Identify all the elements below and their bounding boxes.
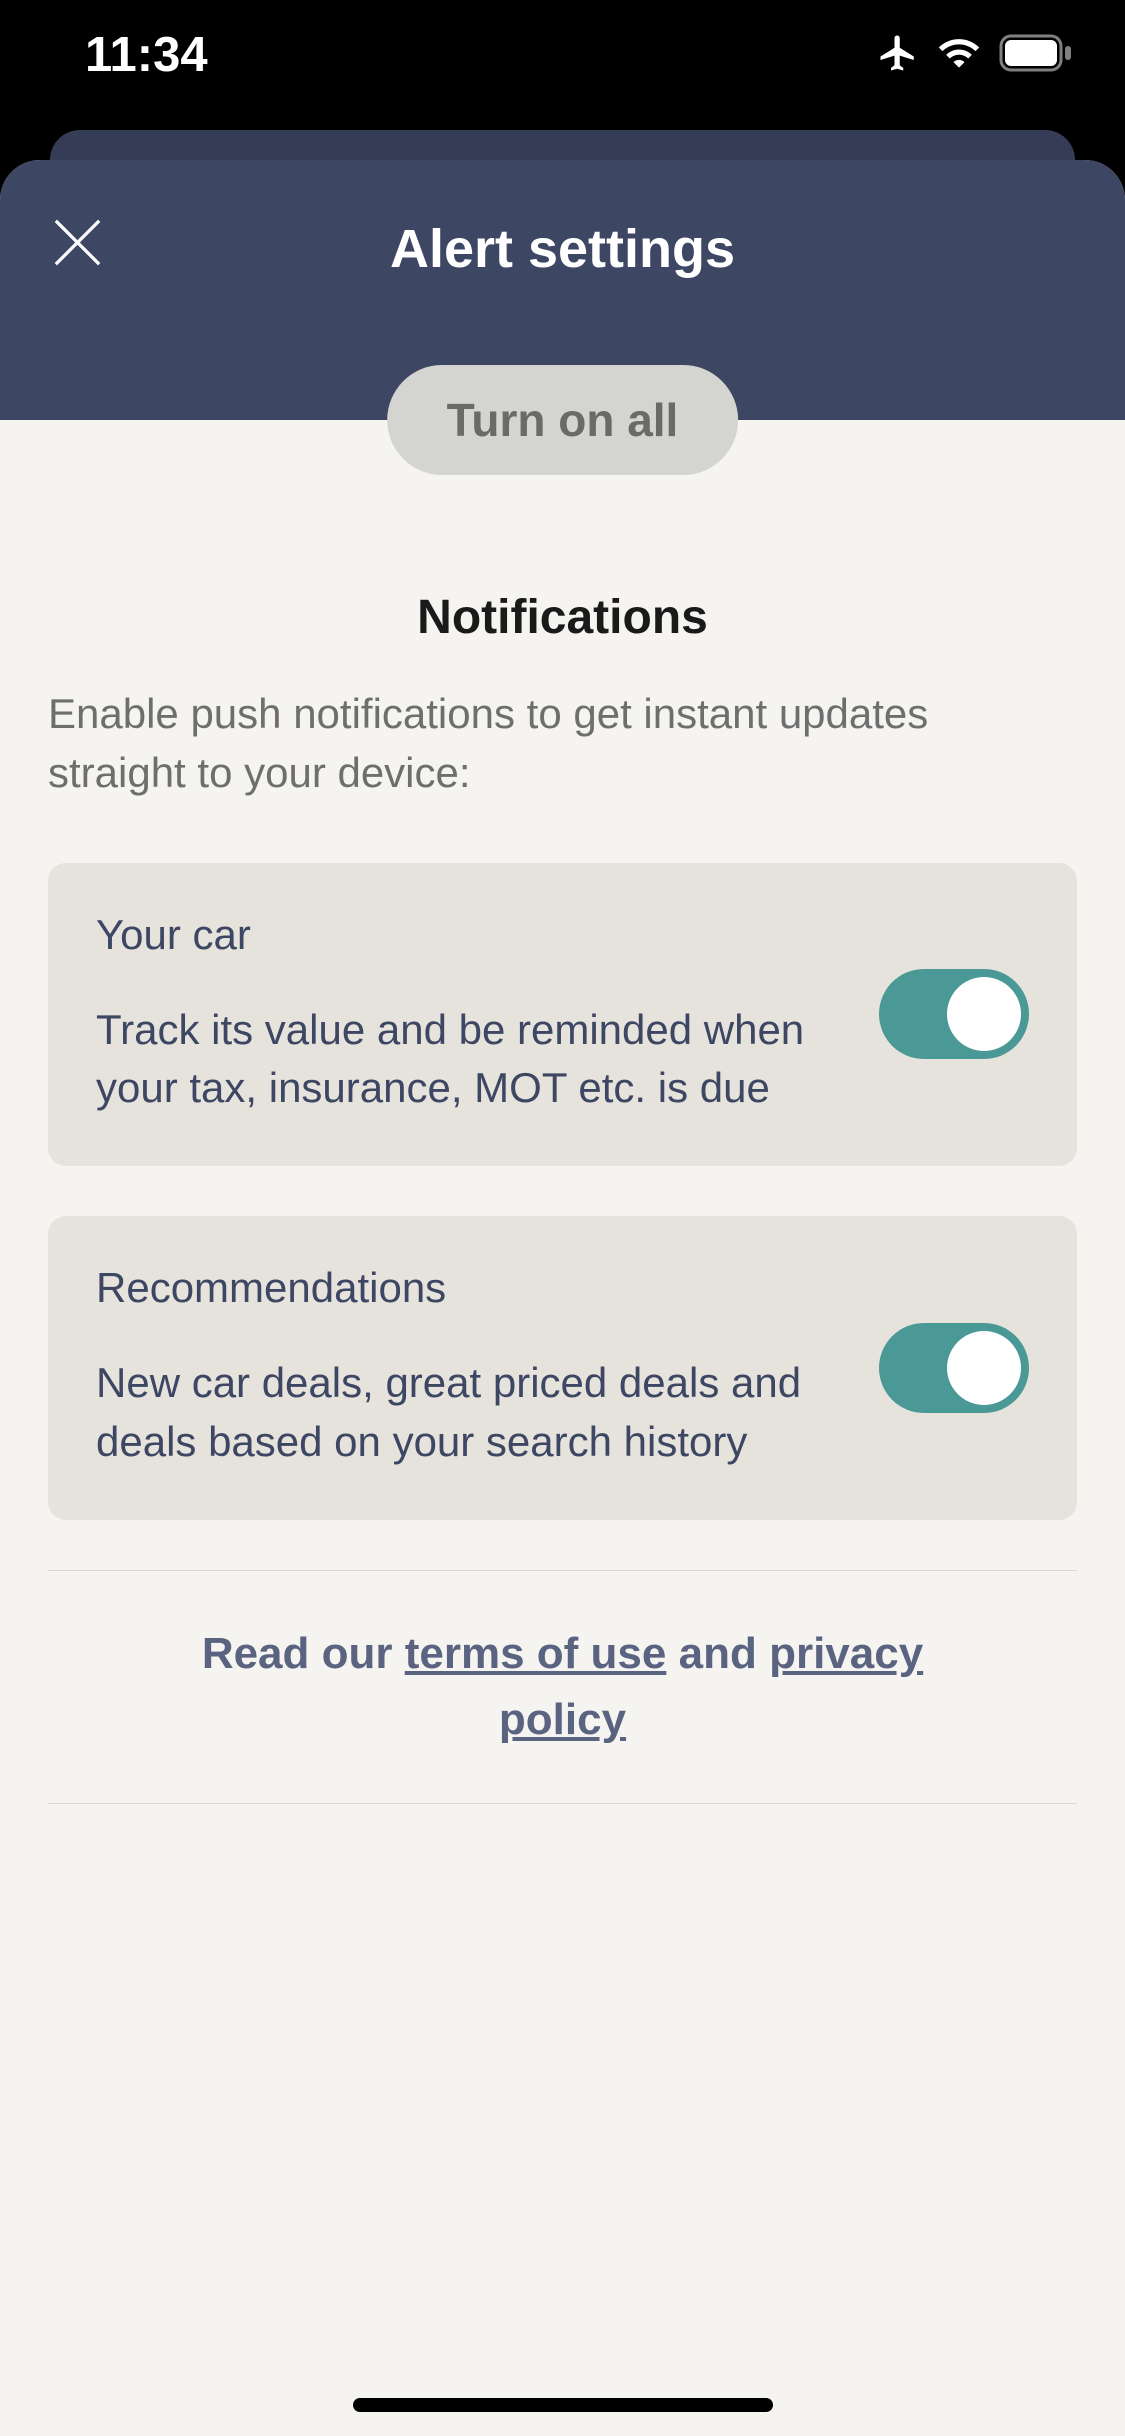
- status-time: 11:34: [85, 27, 208, 83]
- status-bar: 11:34: [0, 0, 1125, 130]
- legal-prefix: Read our: [202, 1629, 405, 1678]
- status-icons: [877, 31, 1075, 80]
- legal-text: Read our terms of use and privacy policy: [48, 1601, 1077, 1773]
- legal-middle: and: [666, 1629, 769, 1678]
- section-description: Enable push notifications to get instant…: [48, 685, 1077, 803]
- card-your-car: Your car Track its value and be reminded…: [48, 863, 1077, 1167]
- terms-of-use-link[interactable]: terms of use: [405, 1629, 667, 1678]
- card-text: Recommendations New car deals, great pri…: [96, 1264, 849, 1472]
- airplane-icon: [877, 32, 919, 79]
- content: Notifications Enable push notifications …: [0, 420, 1125, 1804]
- header: Alert settings Turn on all: [0, 160, 1125, 420]
- section-title: Notifications: [48, 590, 1077, 645]
- page-title: Alert settings: [0, 218, 1125, 280]
- toggle-your-car[interactable]: [879, 969, 1029, 1059]
- toggle-knob: [947, 1331, 1021, 1405]
- home-indicator[interactable]: [353, 2398, 773, 2412]
- main-sheet: Alert settings Turn on all Notifications…: [0, 160, 1125, 2436]
- turn-on-all-button[interactable]: Turn on all: [387, 365, 739, 475]
- toggle-knob: [947, 977, 1021, 1051]
- divider: [48, 1570, 1077, 1571]
- battery-icon: [999, 34, 1075, 77]
- card-body: New car deals, great priced deals and de…: [96, 1354, 849, 1472]
- divider: [48, 1803, 1077, 1804]
- card-title: Recommendations: [96, 1264, 849, 1312]
- card-recommendations: Recommendations New car deals, great pri…: [48, 1216, 1077, 1520]
- card-title: Your car: [96, 911, 849, 959]
- card-text: Your car Track its value and be reminded…: [96, 911, 849, 1119]
- card-body: Track its value and be reminded when you…: [96, 1001, 849, 1119]
- toggle-recommendations[interactable]: [879, 1323, 1029, 1413]
- wifi-icon: [937, 31, 981, 80]
